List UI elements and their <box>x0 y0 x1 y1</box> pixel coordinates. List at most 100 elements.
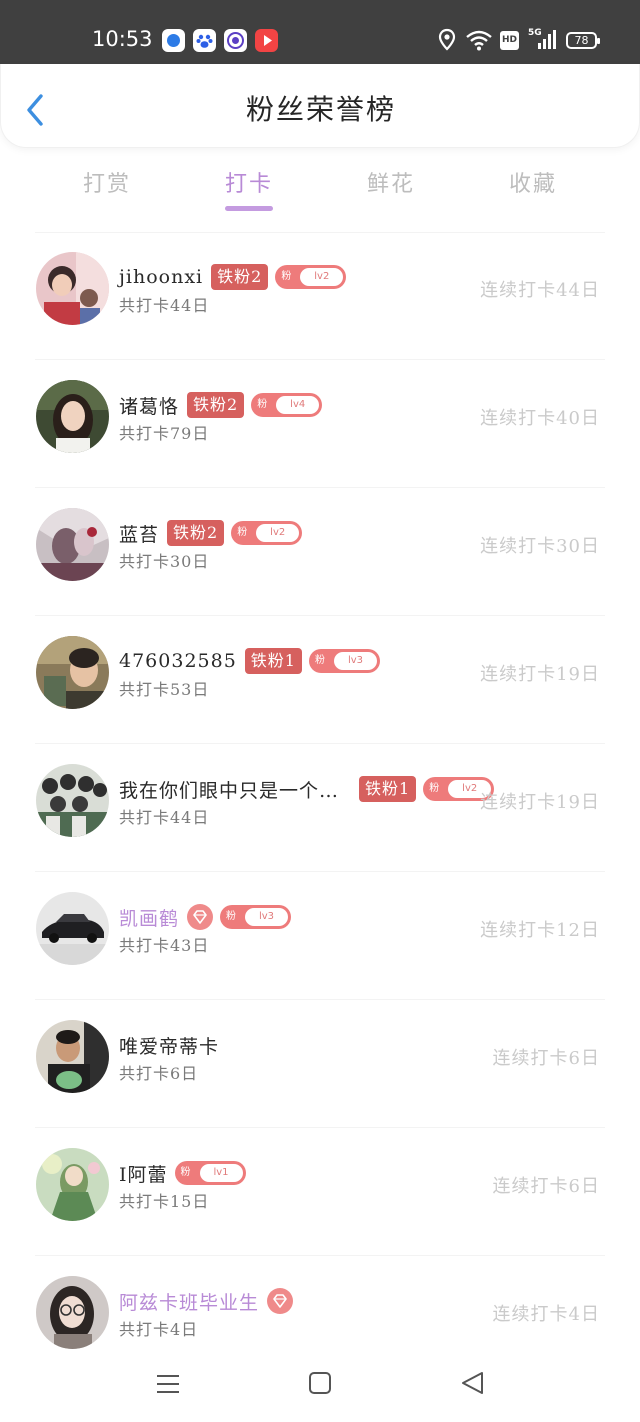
list-item[interactable]: 唯爱帝蒂卡 共打卡6日 连续打卡6日 <box>0 1000 640 1128</box>
name-line: I阿蕾 粉 lv1 <box>119 1158 246 1188</box>
streak-checkins: 连续打卡4日 <box>492 1304 600 1325</box>
total-checkins: 共打卡6日 <box>119 1064 199 1083</box>
fan-label: 粉 <box>180 1167 191 1178</box>
fan-rank-badge: 铁粉1 <box>359 776 417 802</box>
tab-checkin[interactable]: 打卡 <box>209 166 289 198</box>
total-checkins: 共打卡44日 <box>119 808 210 827</box>
tab-indicator <box>225 206 273 211</box>
battery-icon: 78 <box>566 32 600 49</box>
fan-level: lv3 <box>333 652 377 670</box>
baidu-paw-icon <box>193 29 216 52</box>
total-checkins: 共打卡4日 <box>119 1320 199 1339</box>
streak-checkins: 连续打卡19日 <box>480 792 600 813</box>
streak-checkins: 连续打卡6日 <box>492 1048 600 1069</box>
list-item[interactable]: 476032585 铁粉1 粉 lv3 共打卡53日 连续打卡19日 <box>0 616 640 744</box>
fan-label: 粉 <box>257 399 268 410</box>
name-line: 蓝苔 铁粉2 粉 lv2 <box>119 518 303 548</box>
username[interactable]: 阿兹卡班毕业生 <box>119 1288 259 1315</box>
username[interactable]: 凯画鹤 <box>119 904 179 931</box>
username[interactable]: jihoonxi <box>119 266 203 288</box>
list-item[interactable]: 蓝苔 铁粉2 粉 lv2 共打卡30日 连续打卡30日 <box>0 488 640 616</box>
diamond-vip-icon <box>187 904 214 930</box>
streak-checkins: 连续打卡12日 <box>480 920 600 941</box>
list-item[interactable]: 诸葛恪 铁粉2 粉 lv4 共打卡79日 连续打卡40日 <box>0 360 640 488</box>
total-checkins: 共打卡30日 <box>119 552 210 571</box>
app-header: 粉丝荣誉榜 <box>0 64 640 148</box>
name-line: 诸葛恪 铁粉2 粉 lv4 <box>119 390 323 420</box>
username[interactable]: I阿蕾 <box>119 1160 168 1187</box>
fan-level-pill: 粉 lv4 <box>251 393 323 417</box>
menu-icon[interactable] <box>153 1368 183 1398</box>
fan-level-pill: 粉 lv2 <box>231 521 303 545</box>
fan-level: lv4 <box>276 396 320 414</box>
streak-checkins: 连续打卡40日 <box>480 408 600 429</box>
wifi-icon <box>465 28 493 52</box>
tab-flowers[interactable]: 鲜花 <box>351 166 431 198</box>
fan-level-pill: 粉 lv2 <box>275 265 347 289</box>
blue-circle-app-icon <box>162 29 185 52</box>
username[interactable]: 诸葛恪 <box>119 392 179 419</box>
avatar[interactable] <box>36 892 109 965</box>
name-line: 凯画鹤 粉 lv3 <box>119 902 292 932</box>
purple-circle-app-icon <box>224 29 247 52</box>
status-bar: 10:53 HD 5G 78 <box>0 0 640 64</box>
fan-level-pill: 粉 lv1 <box>174 1161 246 1185</box>
fan-rank-badge: 铁粉2 <box>187 392 245 418</box>
fan-rank-badge: 铁粉2 <box>211 264 269 290</box>
red-play-app-icon <box>255 29 278 52</box>
name-line: jihoonxi 铁粉2 粉 lv2 <box>119 262 347 292</box>
fan-rank-badge: 铁粉2 <box>167 520 225 546</box>
fan-label: 粉 <box>226 911 237 922</box>
list-item[interactable]: 凯画鹤 粉 lv3 共打卡43日 连续打卡12日 <box>0 872 640 1000</box>
avatar[interactable] <box>36 252 109 325</box>
avatar[interactable] <box>36 1276 109 1349</box>
avatar[interactable] <box>36 1148 109 1221</box>
name-line: 我在你们眼中只是一个… 铁粉1 粉 lv2 <box>119 774 495 804</box>
fan-label: 粉 <box>314 655 325 666</box>
avatar[interactable] <box>36 764 109 837</box>
name-line: 476032585 铁粉1 粉 lv3 <box>119 646 380 676</box>
fan-level: lv1 <box>199 1164 243 1182</box>
square-home-icon[interactable] <box>305 1368 335 1398</box>
fan-rank-badge: 铁粉1 <box>244 648 302 674</box>
username[interactable]: 唯爱帝蒂卡 <box>119 1032 219 1059</box>
hd-icon: HD <box>500 31 519 50</box>
username[interactable]: 蓝苔 <box>119 520 159 547</box>
tab-bar: 打赏 打卡 鲜花 收藏 <box>0 160 640 216</box>
fan-level: lv2 <box>256 524 300 542</box>
location-icon <box>438 28 456 52</box>
streak-checkins: 连续打卡30日 <box>480 536 600 557</box>
fan-label: 粉 <box>237 527 248 538</box>
total-checkins: 共打卡15日 <box>119 1192 210 1211</box>
username[interactable]: 476032585 <box>119 650 237 672</box>
streak-checkins: 连续打卡44日 <box>480 280 600 301</box>
diamond-vip-icon <box>267 1288 294 1314</box>
streak-checkins: 连续打卡6日 <box>492 1176 600 1197</box>
name-line: 阿兹卡班毕业生 <box>119 1286 294 1316</box>
signal-icon <box>530 28 556 52</box>
total-checkins: 共打卡43日 <box>119 936 210 955</box>
status-time: 10:53 <box>92 27 153 51</box>
avatar[interactable] <box>36 380 109 453</box>
list-item[interactable]: I阿蕾 粉 lv1 共打卡15日 连续打卡6日 <box>0 1128 640 1256</box>
fan-level-pill: 粉 lv3 <box>220 905 292 929</box>
total-checkins: 共打卡79日 <box>119 424 210 443</box>
fan-level: lv2 <box>300 268 344 286</box>
page-title: 粉丝荣誉榜 <box>245 93 396 126</box>
list-item[interactable]: 我在你们眼中只是一个… 铁粉1 粉 lv2 共打卡44日 连续打卡19日 <box>0 744 640 872</box>
list-item[interactable]: jihoonxi 铁粉2 粉 lv2 共打卡44日 连续打卡44日 <box>0 232 640 360</box>
avatar[interactable] <box>36 1020 109 1093</box>
fan-label: 粉 <box>281 271 292 282</box>
avatar[interactable] <box>36 636 109 709</box>
avatar[interactable] <box>36 508 109 581</box>
tab-favorites[interactable]: 收藏 <box>493 166 573 198</box>
fan-label: 粉 <box>429 783 440 794</box>
fan-level: lv3 <box>245 908 289 926</box>
streak-checkins: 连续打卡19日 <box>480 664 600 685</box>
triangle-back-icon[interactable] <box>458 1368 488 1398</box>
total-checkins: 共打卡53日 <box>119 680 210 699</box>
fan-level-pill: 粉 lv3 <box>308 649 380 673</box>
total-checkins: 共打卡44日 <box>119 296 210 315</box>
username[interactable]: 我在你们眼中只是一个… <box>119 776 339 803</box>
tab-reward[interactable]: 打赏 <box>67 166 147 198</box>
